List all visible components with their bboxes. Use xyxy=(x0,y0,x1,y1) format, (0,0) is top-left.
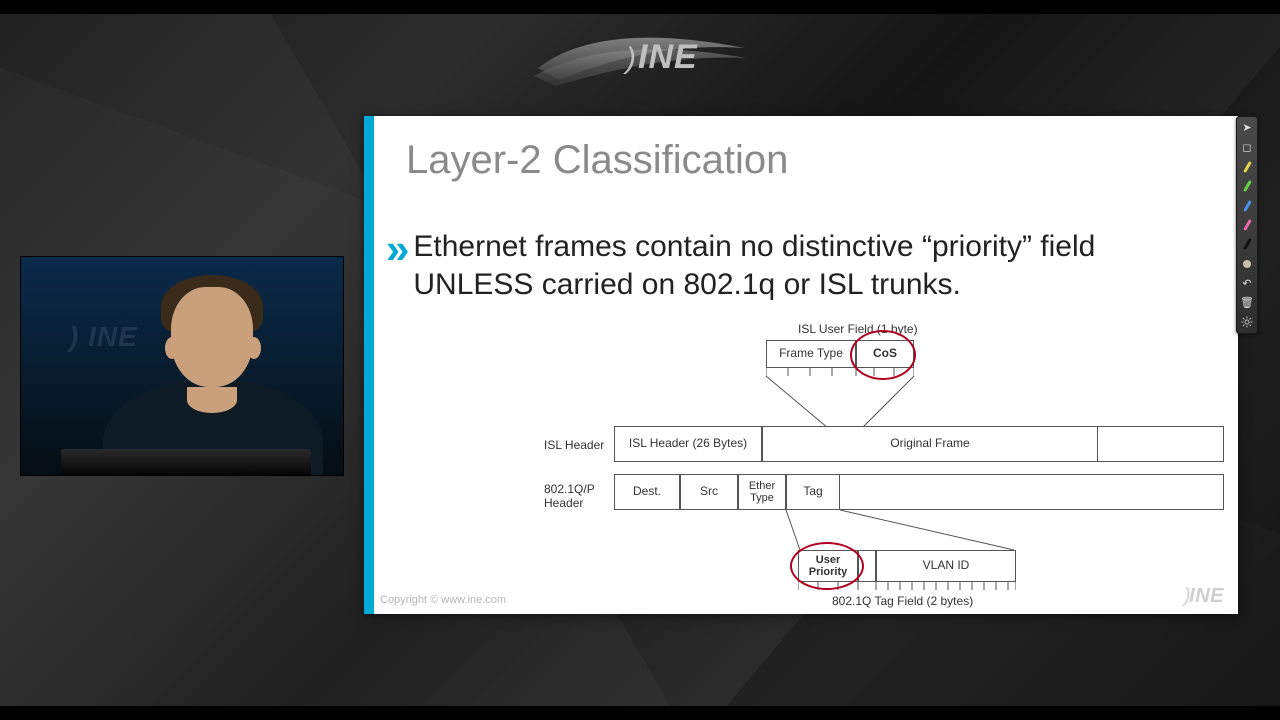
presenter-laptop xyxy=(61,449,311,475)
eraser-icon[interactable] xyxy=(1239,256,1255,271)
presenter-ear xyxy=(247,337,261,359)
pen-yellow-icon[interactable] xyxy=(1239,159,1255,174)
settings-icon[interactable] xyxy=(1239,315,1255,330)
frame-type-box: Frame Type xyxy=(766,340,856,368)
presenter-neck xyxy=(187,387,237,413)
original-frame-box: Original Frame xyxy=(762,426,1098,462)
slide-accent-bar xyxy=(364,116,374,614)
presenter-webcam: ) INE xyxy=(20,256,344,476)
dest-box: Dest. xyxy=(614,474,680,510)
vlan-id-box: VLAN ID xyxy=(876,550,1016,582)
tag-box: Tag xyxy=(786,474,840,510)
brand-logo-top: INE ) xyxy=(530,28,750,92)
letterbox-bottom xyxy=(0,706,1280,720)
isl-header-box: ISL Header (26 Bytes) xyxy=(614,426,762,462)
ether-type-box: Ether Type xyxy=(738,474,786,510)
tag-field-label: 802.1Q Tag Field (2 bytes) xyxy=(832,594,973,608)
pen-black-icon[interactable] xyxy=(1239,237,1255,252)
slide-title: Layer-2 Classification xyxy=(406,138,788,183)
pen-pink-icon[interactable] xyxy=(1239,217,1255,232)
slide-copyright: Copyright © www.ine.com xyxy=(380,594,506,606)
isl-header-label: ISL Header xyxy=(544,438,604,452)
undo-icon[interactable]: ↶ xyxy=(1239,276,1255,291)
cos-highlight-ring xyxy=(850,330,916,380)
pen-green-icon[interactable] xyxy=(1239,178,1255,193)
slide-bullet: » Ethernet frames contain no distinctive… xyxy=(386,228,1214,303)
slide-corner-logo: )INE xyxy=(1184,585,1224,608)
presentation-slide: Layer-2 Classification » Ethernet frames… xyxy=(364,116,1238,614)
bullet-chevrons-icon: » xyxy=(386,228,403,270)
letterbox-top xyxy=(0,0,1280,14)
webcam-bg-logo: ) INE xyxy=(69,321,138,353)
presenter-head xyxy=(171,287,253,387)
dot1q-header-label: 802.1Q/P Header xyxy=(544,482,610,510)
pointer-icon[interactable]: ➤ xyxy=(1239,120,1255,135)
select-icon[interactable]: ◻ xyxy=(1239,139,1255,154)
frame-header-diagram: ISL User Field (1 byte) Frame Type CoS I… xyxy=(544,322,1224,600)
svg-text:INE: INE xyxy=(638,38,698,76)
slide-bullet-text: Ethernet frames contain no distinctive “… xyxy=(413,228,1214,303)
isl-funnel xyxy=(744,376,944,432)
src-box: Src xyxy=(680,474,738,510)
annotation-toolbar[interactable]: ➤ ◻ ↶ 🗑 xyxy=(1236,116,1258,334)
user-priority-highlight-ring xyxy=(790,542,864,590)
presenter-ear xyxy=(165,337,179,359)
trash-icon[interactable]: 🗑 xyxy=(1239,295,1255,310)
pen-blue-icon[interactable] xyxy=(1239,198,1255,213)
